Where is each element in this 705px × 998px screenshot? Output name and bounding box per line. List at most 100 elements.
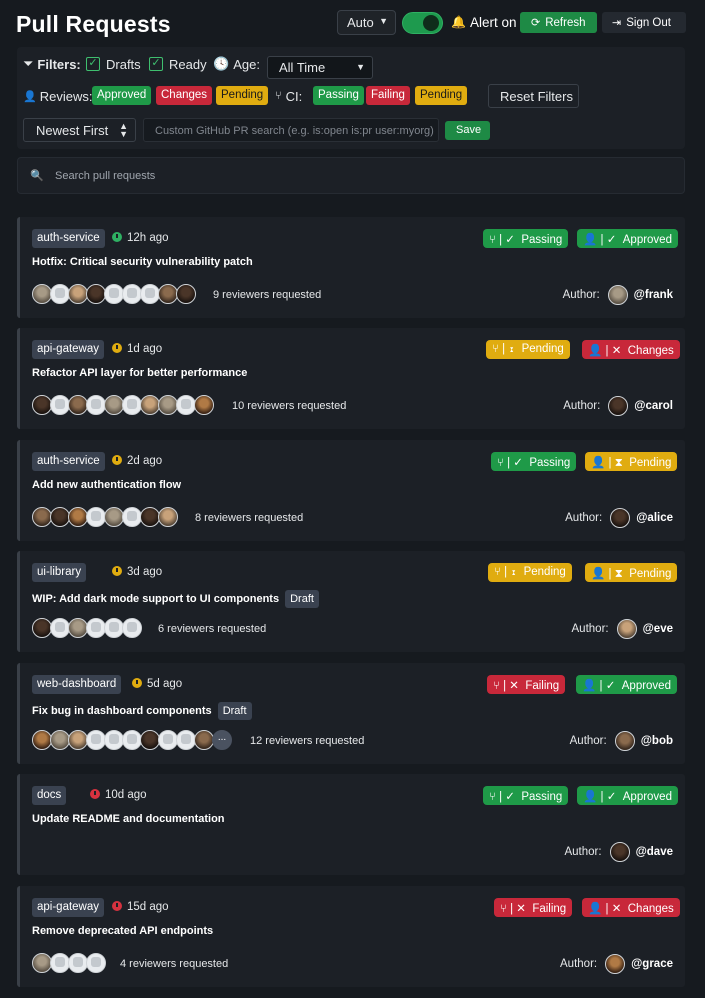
- drafts-checkbox[interactable]: ✓: [86, 57, 100, 71]
- pr-title-text[interactable]: Update README and documentation: [32, 813, 225, 825]
- reviewer-avatar[interactable]: [50, 395, 70, 415]
- reviewer-avatar[interactable]: [158, 730, 178, 750]
- pr-title[interactable]: Refactor API layer for better performanc…: [32, 367, 247, 379]
- ready-checkbox-item[interactable]: ✓ Ready: [149, 53, 207, 75]
- search-input[interactable]: 🔍 Search pull requests: [17, 157, 685, 194]
- sign-out-button[interactable]: ⇥ Sign Out: [602, 12, 686, 33]
- reviewer-avatar[interactable]: [176, 395, 196, 415]
- author-handle[interactable]: @carol: [634, 400, 673, 412]
- review-filter-approved[interactable]: Approved: [92, 86, 152, 105]
- author-avatar[interactable]: [608, 396, 629, 416]
- reviewer-avatar[interactable]: [68, 284, 88, 304]
- reviewer-avatar[interactable]: [68, 618, 88, 638]
- repo-badge[interactable]: docs: [32, 786, 67, 805]
- reviewer-avatar[interactable]: [140, 284, 160, 304]
- pr-title[interactable]: Update README and documentation: [32, 813, 225, 825]
- pr-card[interactable]: auth-service 2d ago Add new authentication…: [17, 440, 685, 541]
- reviewer-avatar[interactable]: [32, 284, 52, 304]
- repo-badge[interactable]: ui-library: [32, 563, 87, 582]
- author-handle[interactable]: @bob: [641, 735, 673, 747]
- pr-title[interactable]: Fix bug in dashboard components Draft: [32, 702, 252, 720]
- reviewer-avatar[interactable]: [176, 284, 196, 304]
- ci-filter-pending[interactable]: Pending: [415, 86, 468, 105]
- repo-badge[interactable]: web-dashboard: [32, 675, 122, 694]
- pr-title[interactable]: Remove deprecated API endpoints: [32, 925, 213, 937]
- reviewer-avatar[interactable]: [194, 395, 214, 415]
- reviewer-avatar[interactable]: [158, 507, 178, 527]
- reviewer-avatar[interactable]: [50, 507, 70, 527]
- pr-title[interactable]: Hotfix: Critical security vulnerability …: [32, 256, 253, 268]
- pr-card[interactable]: ui-library 3d ago WIP: Add dark mode suppo…: [17, 551, 685, 652]
- reviewer-avatar[interactable]: [104, 730, 124, 750]
- reset-filters-button[interactable]: Reset Filters: [488, 84, 579, 108]
- reviewer-avatar[interactable]: [32, 507, 52, 527]
- sort-select[interactable]: Newest First ▲ ▼: [23, 118, 136, 142]
- pr-title-text[interactable]: Add new authentication flow: [32, 479, 181, 491]
- age-select[interactable]: All Time ▼: [267, 56, 373, 79]
- reviewer-avatar[interactable]: [86, 284, 106, 304]
- ready-checkbox[interactable]: ✓: [149, 57, 163, 71]
- ci-filter-passing[interactable]: Passing: [313, 86, 364, 105]
- reviewer-avatar[interactable]: [50, 618, 70, 638]
- reviewer-avatar[interactable]: [122, 507, 142, 527]
- reviewer-avatar[interactable]: [158, 284, 178, 304]
- drafts-checkbox-item[interactable]: ✓ Drafts: [86, 53, 141, 75]
- author-handle[interactable]: @grace: [631, 958, 673, 970]
- reviewer-avatar[interactable]: [176, 730, 196, 750]
- author-handle[interactable]: @dave: [636, 846, 673, 858]
- reviewer-avatar[interactable]: [104, 618, 124, 638]
- pr-card[interactable]: web-dashboard 5d ago Fix bug in dashboard …: [17, 663, 685, 764]
- reviewer-avatar[interactable]: [86, 618, 106, 638]
- reviewer-avatar[interactable]: [86, 953, 106, 973]
- reviewer-avatar[interactable]: [32, 730, 52, 750]
- pr-title-text[interactable]: Hotfix: Critical security vulnerability …: [32, 256, 253, 268]
- reviewer-avatar[interactable]: [86, 730, 106, 750]
- author-handle[interactable]: @eve: [643, 623, 673, 635]
- pr-card[interactable]: docs 10d ago Update README and documentati…: [17, 774, 685, 875]
- reviewer-avatar[interactable]: [86, 507, 106, 527]
- reviewer-avatar[interactable]: [50, 730, 70, 750]
- reviewer-avatar[interactable]: [32, 953, 52, 973]
- pr-card[interactable]: api-gateway 15d ago Remove deprecated API …: [17, 886, 685, 987]
- pr-card[interactable]: api-gateway 1d ago Refactor API layer for …: [17, 328, 685, 429]
- pr-title-text[interactable]: Remove deprecated API endpoints: [32, 925, 213, 937]
- reviewer-avatar[interactable]: [104, 395, 124, 415]
- more-reviewers-badge[interactable]: ...: [212, 730, 232, 750]
- author-avatar[interactable]: [610, 508, 631, 528]
- reviewer-avatar[interactable]: [50, 284, 70, 304]
- review-filter-pending[interactable]: Pending: [216, 86, 269, 105]
- author-avatar[interactable]: [605, 954, 626, 974]
- author-handle[interactable]: @alice: [636, 512, 673, 524]
- repo-badge[interactable]: api-gateway: [32, 898, 105, 917]
- reviewer-avatar[interactable]: [68, 395, 88, 415]
- reviewer-avatar[interactable]: [32, 395, 52, 415]
- reviewer-avatar[interactable]: [140, 507, 160, 527]
- pr-card[interactable]: auth-service 12h ago Hotfix: Critical secu…: [17, 217, 685, 318]
- reviewer-avatar[interactable]: [104, 507, 124, 527]
- ci-filter-failing[interactable]: Failing: [366, 86, 410, 105]
- pr-title-text[interactable]: WIP: Add dark mode support to UI compone…: [32, 593, 279, 605]
- author-avatar[interactable]: [609, 842, 630, 862]
- save-button[interactable]: Save: [445, 121, 490, 140]
- pr-title[interactable]: WIP: Add dark mode support to UI compone…: [32, 590, 319, 608]
- reviewer-avatar[interactable]: [122, 730, 142, 750]
- reviewer-avatar[interactable]: [104, 284, 124, 304]
- alert-toggle[interactable]: [402, 12, 443, 34]
- reviewer-avatar[interactable]: [122, 284, 142, 304]
- reviewer-avatar[interactable]: [140, 730, 160, 750]
- reviewer-avatar[interactable]: [122, 395, 142, 415]
- reviewer-avatar[interactable]: [68, 507, 88, 527]
- custom-search-input[interactable]: Custom GitHub PR search (e.g. is:open is…: [143, 118, 439, 142]
- reviewer-avatar[interactable]: [122, 618, 142, 638]
- author-avatar[interactable]: [614, 731, 635, 751]
- repo-badge[interactable]: auth-service: [32, 229, 105, 248]
- refresh-button[interactable]: ⟳ Refresh: [520, 12, 597, 33]
- reviewer-avatar[interactable]: [86, 395, 106, 415]
- pr-title-text[interactable]: Fix bug in dashboard components: [32, 705, 212, 717]
- repo-badge[interactable]: api-gateway: [32, 340, 105, 359]
- author-handle[interactable]: @frank: [634, 289, 673, 301]
- reviewer-avatar[interactable]: [158, 395, 178, 415]
- review-filter-changes[interactable]: Changes: [156, 86, 213, 105]
- author-avatar[interactable]: [616, 619, 637, 639]
- reviewer-avatar[interactable]: [32, 618, 52, 638]
